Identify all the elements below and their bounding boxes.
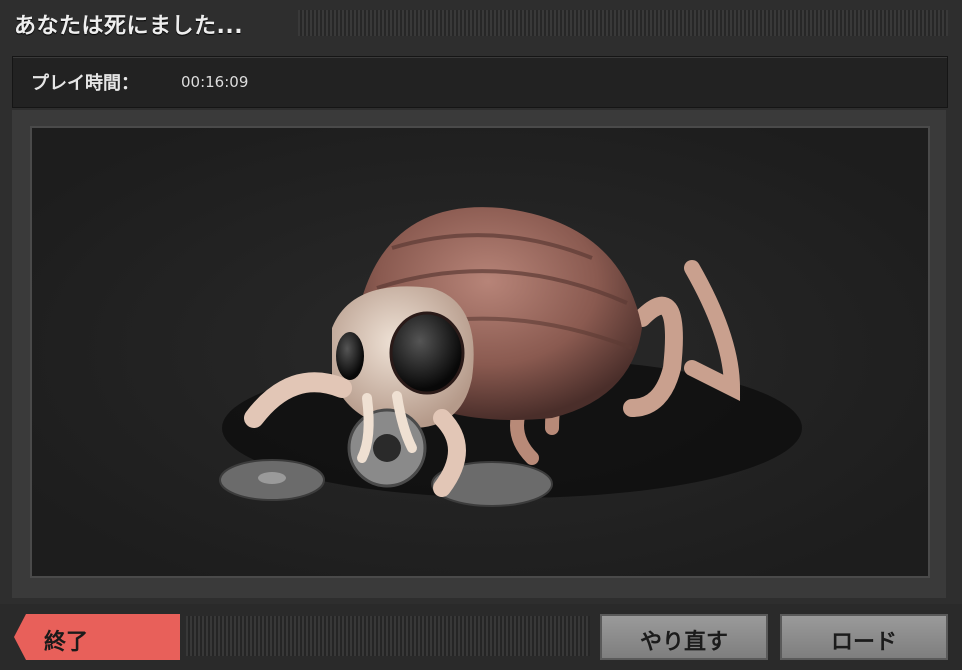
quit-button[interactable]: 終了	[14, 614, 180, 660]
title-bar: あなたは死にました...	[0, 0, 962, 48]
dialog-title: あなたは死にました...	[14, 14, 244, 39]
playtime-value: 00:16:09	[181, 73, 249, 91]
retry-button-label: やり直す	[639, 630, 728, 655]
quit-button-label: 終了	[44, 630, 89, 655]
image-panel	[12, 110, 946, 598]
bottom-bar: 終了 やり直す ロード	[0, 604, 962, 670]
bottom-decoration	[186, 616, 590, 656]
load-button[interactable]: ロード	[780, 614, 948, 660]
playtime-label: プレイ時間：	[31, 73, 139, 94]
death-dialog: あなたは死にました... プレイ時間： 00:16:09 終了 やり直す ロード	[0, 0, 962, 670]
title-decoration	[298, 10, 948, 36]
creature-image	[30, 126, 930, 578]
playtime-bar: プレイ時間： 00:16:09	[12, 56, 948, 108]
retry-button[interactable]: やり直す	[600, 614, 768, 660]
load-button-label: ロード	[830, 630, 897, 655]
